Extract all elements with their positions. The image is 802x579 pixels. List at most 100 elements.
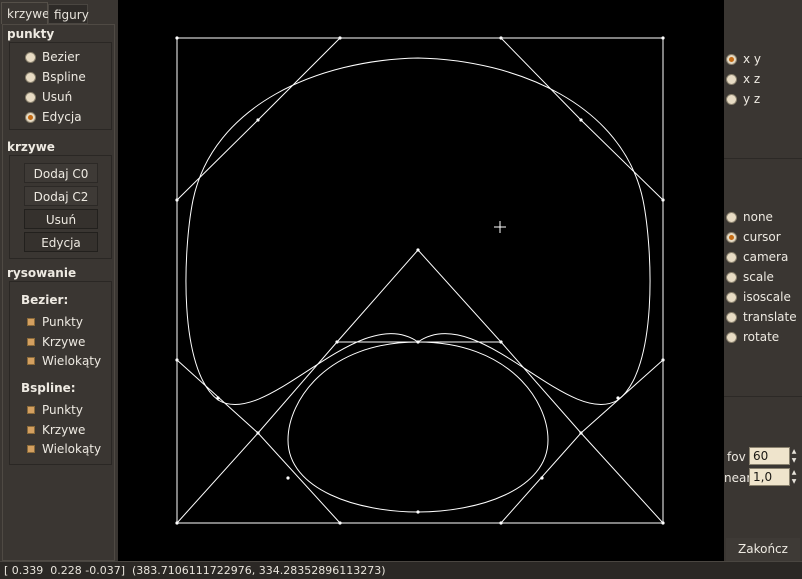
checkbox-indicator xyxy=(27,445,35,453)
fov-input[interactable]: 60 xyxy=(749,447,790,465)
radio-usun[interactable]: Usuń xyxy=(25,88,72,106)
radio-label: isoscale xyxy=(743,290,791,304)
checkbox-indicator xyxy=(27,357,35,365)
checkbox-indicator xyxy=(27,426,35,434)
scene-canvas[interactable] xyxy=(118,0,724,561)
arrow-down-icon[interactable]: ▼ xyxy=(790,477,798,486)
mode-camera[interactable]: camera xyxy=(726,248,788,266)
control-point xyxy=(540,476,544,480)
radio-indicator xyxy=(25,71,36,83)
control-point xyxy=(175,358,179,362)
add-c2-button[interactable]: Dodaj C2 xyxy=(24,186,98,206)
control-point xyxy=(499,521,503,525)
control-point xyxy=(175,198,179,202)
tab-bar: krzywe figury xyxy=(0,2,117,24)
checkbox-indicator xyxy=(27,338,35,346)
add-c0-button[interactable]: Dodaj C0 xyxy=(24,163,98,183)
bezier-points-checkbox[interactable]: Punkty xyxy=(27,313,83,331)
radio-indicator xyxy=(726,311,737,323)
radio-label: rotate xyxy=(743,330,780,344)
near-stepper[interactable]: ▲ ▼ xyxy=(790,468,798,486)
control-point xyxy=(499,36,503,40)
fov-label: fov xyxy=(727,450,746,464)
arrow-down-icon[interactable]: ▼ xyxy=(790,456,798,465)
krzywe-title: krzywe xyxy=(7,140,55,154)
radio-bspline[interactable]: Bspline xyxy=(25,68,86,86)
drawing-viewport[interactable] xyxy=(118,0,724,561)
radio-indicator xyxy=(25,111,36,123)
control-point xyxy=(661,198,665,202)
projection-xz[interactable]: x z xyxy=(726,70,760,88)
right-panel: x y x z y z none cursor camera scale iso… xyxy=(724,0,802,561)
control-points xyxy=(175,36,665,525)
edit-curve-button[interactable]: Edycja xyxy=(24,232,98,252)
arrow-up-icon[interactable]: ▲ xyxy=(790,447,798,456)
control-point xyxy=(616,396,620,400)
divider xyxy=(724,158,802,159)
divider xyxy=(724,396,802,397)
radio-label: Usuń xyxy=(42,90,73,104)
status-bar: [ 0.339 0.228 -0.037] (383.7106111722976… xyxy=(0,561,802,579)
fov-stepper[interactable]: ▲ ▼ xyxy=(790,447,798,465)
tab-krzywe[interactable]: krzywe xyxy=(1,2,49,24)
bezier-curve-lower xyxy=(287,341,549,513)
bspline-polygons-checkbox[interactable]: Wielokąty xyxy=(27,440,101,458)
radio-indicator xyxy=(726,93,737,105)
near-label: near xyxy=(724,471,752,485)
control-point xyxy=(175,36,179,40)
control-point xyxy=(286,476,290,480)
tab-figury[interactable]: figury xyxy=(48,4,89,24)
checkbox-label: Krzywe xyxy=(42,335,86,349)
control-point xyxy=(579,118,583,122)
delete-curve-button[interactable]: Usuń xyxy=(24,209,98,229)
projection-yz[interactable]: y z xyxy=(726,90,760,108)
left-panel: krzywe figury punkty Bezier Bspline Usuń… xyxy=(0,0,117,561)
control-polygon-lower-left xyxy=(176,359,341,524)
radio-indicator xyxy=(726,251,737,263)
control-point xyxy=(416,248,420,252)
mode-cursor[interactable]: cursor xyxy=(726,228,781,246)
bspline-points-checkbox[interactable]: Punkty xyxy=(27,401,83,419)
tab-content: punkty Bezier Bspline Usuń Edycja krzywe… xyxy=(2,24,115,561)
rysowanie-group: Bezier: Punkty Krzywe Wielokąty Bspline:… xyxy=(9,281,112,465)
radio-label: Bezier xyxy=(42,50,80,64)
radio-label: cursor xyxy=(743,230,781,244)
control-point xyxy=(256,118,260,122)
bezier-curve-upper xyxy=(185,57,651,406)
control-point xyxy=(416,510,420,514)
finish-button[interactable]: Zakończ xyxy=(726,538,800,561)
radio-indicator xyxy=(25,51,36,63)
near-input[interactable]: 1,0 xyxy=(749,468,790,486)
radio-indicator xyxy=(25,91,36,103)
mode-translate[interactable]: translate xyxy=(726,308,797,326)
checkbox-label: Krzywe xyxy=(42,423,86,437)
radio-label: Edycja xyxy=(42,110,82,124)
projection-xy[interactable]: x y xyxy=(726,50,761,68)
radio-label: none xyxy=(743,210,773,224)
radio-label: scale xyxy=(743,270,774,284)
cursor-crosshair-icon xyxy=(494,221,506,233)
control-point xyxy=(661,358,665,362)
control-point xyxy=(256,431,260,435)
control-point xyxy=(661,521,665,525)
control-point xyxy=(338,36,342,40)
punkty-group: Bezier Bspline Usuń Edycja xyxy=(9,42,112,130)
mode-rotate[interactable]: rotate xyxy=(726,328,779,346)
control-point xyxy=(499,340,503,344)
control-polygon-triangle xyxy=(336,249,503,343)
mode-scale[interactable]: scale xyxy=(726,268,774,286)
bezier-curves-checkbox[interactable]: Krzywe xyxy=(27,333,85,351)
checkbox-label: Punkty xyxy=(42,403,83,417)
radio-indicator xyxy=(726,231,737,243)
mode-isoscale[interactable]: isoscale xyxy=(726,288,791,306)
krzywe-group: Dodaj C0 Dodaj C2 Usuń Edycja xyxy=(9,155,112,259)
radio-edycja[interactable]: Edycja xyxy=(25,108,82,126)
bspline-curves-checkbox[interactable]: Krzywe xyxy=(27,421,85,439)
radio-label: translate xyxy=(743,310,797,324)
mode-none[interactable]: none xyxy=(726,208,773,226)
radio-indicator xyxy=(726,53,737,65)
bezier-polygons-checkbox[interactable]: Wielokąty xyxy=(27,352,101,370)
checkbox-label: Wielokąty xyxy=(42,354,102,368)
radio-bezier[interactable]: Bezier xyxy=(25,48,80,66)
arrow-up-icon[interactable]: ▲ xyxy=(790,468,798,477)
